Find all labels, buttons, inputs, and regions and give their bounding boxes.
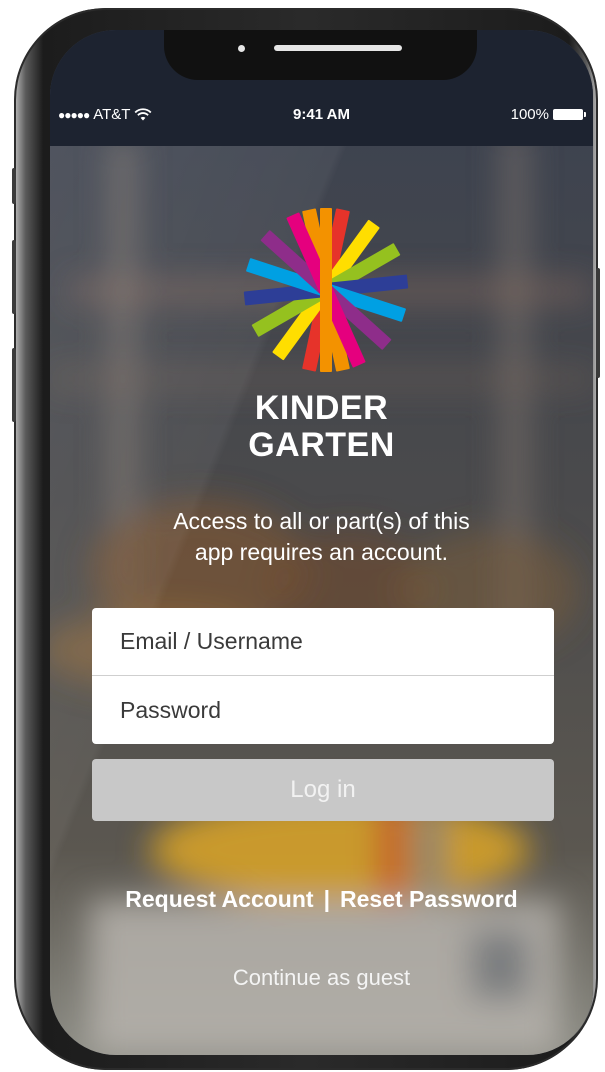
password-field[interactable] — [92, 676, 554, 744]
reset-password-link[interactable]: Reset Password — [340, 886, 518, 912]
brand-wordmark: KINDER GARTEN — [50, 390, 593, 464]
link-separator: | — [323, 886, 330, 912]
brand-line-2: GARTEN — [248, 426, 395, 464]
login-button[interactable]: Log in — [92, 759, 554, 821]
phone-screen: ●●●●● AT&T 9:41 AM 100% KINDER GARTEN Ac… — [50, 30, 593, 1055]
brand-line-1: KINDER — [254, 389, 389, 427]
status-right: 100% — [510, 106, 586, 123]
device-notch — [164, 30, 477, 80]
volume-down-button — [12, 348, 16, 422]
login-form: Log in — [92, 608, 554, 821]
front-camera — [238, 45, 245, 52]
request-account-link[interactable]: Request Account — [125, 886, 313, 912]
email-username-field[interactable] — [92, 608, 554, 676]
notice-line-2: app requires an account. — [194, 539, 449, 565]
earpiece-speaker — [274, 45, 402, 51]
battery-icon — [553, 109, 586, 120]
account-links: Request Account | Reset Password — [50, 886, 593, 913]
phone-frame: ●●●●● AT&T 9:41 AM 100% KINDER GARTEN Ac… — [12, 8, 600, 1070]
power-button — [596, 268, 600, 378]
battery-percentage: 100% — [510, 106, 549, 123]
volume-up-button — [12, 240, 16, 314]
mute-switch — [12, 168, 16, 204]
guest-section: Continue as guest — [50, 965, 593, 991]
starburst-logo-icon — [243, 208, 409, 372]
continue-as-guest-link[interactable]: Continue as guest — [233, 965, 410, 990]
account-notice: Access to all or part(s) of this app req… — [50, 506, 593, 568]
notice-line-1: Access to all or part(s) of this — [173, 508, 470, 534]
